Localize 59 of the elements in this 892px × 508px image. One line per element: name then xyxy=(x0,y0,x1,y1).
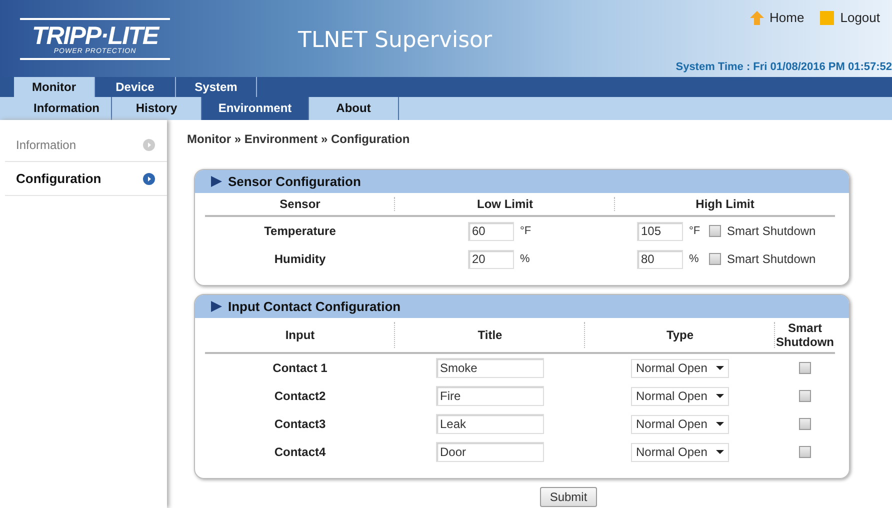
checkbox[interactable] xyxy=(799,446,811,458)
checkbox-label: Smart Shutdown xyxy=(727,224,816,238)
unit: °F xyxy=(520,225,532,237)
sub-nav-tab[interactable]: About xyxy=(309,97,399,120)
type-dropdown[interactable]: Normal Open xyxy=(631,414,729,434)
nav-tab[interactable]: Monitor xyxy=(14,77,95,97)
checkbox[interactable] xyxy=(709,225,721,237)
caret-icon xyxy=(716,422,724,426)
header-link[interactable]: Logout xyxy=(840,10,880,25)
panel-title: Input Contact Configuration xyxy=(228,299,401,314)
title-field[interactable]: Leak xyxy=(436,414,544,434)
low-limit-field[interactable]: 20 xyxy=(468,250,514,268)
column-header: Type xyxy=(666,328,694,342)
sensor-name: Humidity xyxy=(274,252,326,266)
header-link[interactable]: Home xyxy=(770,10,804,25)
sensor-name: Temperature xyxy=(264,224,336,238)
sidebar-item[interactable]: Information xyxy=(5,128,167,162)
caret-icon xyxy=(716,366,724,370)
checkbox[interactable] xyxy=(799,362,811,374)
type-dropdown[interactable]: Normal Open xyxy=(631,442,729,462)
sub-nav-tab[interactable]: Environment xyxy=(202,97,309,120)
type-dropdown[interactable]: Normal Open xyxy=(631,358,729,378)
low-limit-field[interactable]: 60 xyxy=(468,222,514,240)
unit: % xyxy=(689,253,700,265)
checkbox[interactable] xyxy=(799,390,811,402)
sidebar-item[interactable]: Configuration xyxy=(5,162,167,196)
square-icon xyxy=(820,10,834,24)
checkbox[interactable] xyxy=(799,418,811,430)
sub-nav-tab[interactable]: Information xyxy=(22,97,112,120)
column-header: Title xyxy=(478,328,502,342)
column-header: High Limit xyxy=(696,197,754,211)
contact-name: Contact4 xyxy=(274,445,326,459)
title-field[interactable]: Door xyxy=(436,442,544,462)
breadcrumb: Monitor » Environment » Configuration xyxy=(187,132,410,146)
app-title: TLNET Supervisor xyxy=(298,28,492,55)
contact-name: Contact3 xyxy=(274,417,326,431)
title-field[interactable]: Fire xyxy=(436,386,544,406)
contact-name: Contact2 xyxy=(274,389,326,403)
panel-title: Sensor Configuration xyxy=(228,174,361,189)
triangle-icon xyxy=(211,301,222,312)
caret-icon xyxy=(716,450,724,454)
high-limit-field[interactable]: 105 xyxy=(637,222,683,240)
caret-icon xyxy=(716,394,724,398)
checkbox[interactable] xyxy=(709,253,721,265)
column-header: Smart Shutdown xyxy=(775,321,835,349)
triangle-icon xyxy=(211,176,222,187)
type-dropdown[interactable]: Normal Open xyxy=(631,386,729,406)
unit: °F xyxy=(689,225,702,237)
unit: % xyxy=(520,253,531,265)
system-time: System Time : Fri 01/08/2016 PM 01:57:52 xyxy=(676,61,892,73)
title-field[interactable]: Smoke xyxy=(436,358,544,378)
column-header: Sensor xyxy=(280,197,320,211)
column-header: Input xyxy=(285,328,315,342)
submit-button[interactable]: Submit xyxy=(540,487,598,507)
contact-name: Contact 1 xyxy=(272,361,328,375)
column-header: Low Limit xyxy=(477,197,533,211)
up-arrow-icon xyxy=(750,10,764,24)
high-limit-field[interactable]: 80 xyxy=(637,250,683,268)
checkbox-label: Smart Shutdown xyxy=(727,252,816,266)
